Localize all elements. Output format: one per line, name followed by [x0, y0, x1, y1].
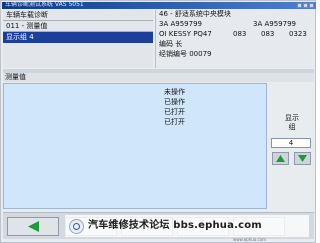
- version-field-c: 0323: [289, 30, 307, 38]
- version-field-b: 083: [261, 30, 275, 38]
- measured-value-2: 已操作: [164, 98, 185, 106]
- display-group-label-line1: 显示: [285, 114, 299, 122]
- measured-value-4: 已打开: [164, 118, 185, 126]
- window-titlebar: 车辆诊断测试系统 VAS 5051: [2, 1, 316, 9]
- group-up-button[interactable]: [272, 152, 289, 165]
- maximize-button[interactable]: [303, 3, 308, 8]
- version-field-a: 083: [233, 30, 247, 38]
- control-module-info: 46 - 舒适系统中央模块 3A A959799 3A A959799 OI K…: [155, 10, 314, 68]
- measured-values-header: 测量值: [3, 73, 314, 82]
- window-title: 车辆诊断测试系统 VAS 5051: [5, 1, 84, 8]
- measured-values-list: 未操作 已操作 已打开 已打开: [3, 83, 267, 209]
- display-group-row[interactable]: 显示组 4: [3, 32, 153, 43]
- display-group-label: 显示 组: [271, 114, 313, 132]
- forum-logo-icon: [69, 218, 84, 234]
- watermark-text: 汽车维修技术论坛 bbs.ephua.com: [88, 220, 262, 231]
- dealer-number: 经销编号 00079: [159, 50, 212, 58]
- left-arrow-icon: [27, 221, 39, 232]
- group-down-button[interactable]: [294, 152, 311, 165]
- display-group-label-line2: 组: [288, 123, 296, 131]
- footer-url: www.ephua.com: [233, 237, 267, 242]
- back-button[interactable]: [7, 217, 59, 236]
- module-name: 46 - 舒适系统中央模块: [159, 10, 231, 18]
- component-id: OI KESSY PQ47: [159, 30, 212, 38]
- measured-value-1: 未操作: [164, 88, 185, 96]
- minimize-button[interactable]: [297, 3, 302, 8]
- coding-label: 编码 长: [159, 40, 183, 48]
- up-arrow-icon: [276, 155, 285, 162]
- window-controls: [297, 3, 314, 8]
- watermark: 汽车维修技术论坛 bbs.ephua.com: [65, 215, 309, 237]
- down-arrow-icon: [298, 155, 307, 162]
- display-group-input[interactable]: 4: [271, 138, 311, 148]
- navigation-panel: 车辆车载诊断 011 - 测量值 显示组 4: [3, 10, 153, 68]
- app-window: 车辆诊断测试系统 VAS 5051 车辆车载诊断 011 - 测量值 显示组 4…: [0, 0, 316, 243]
- part-number: 3A A959799: [159, 20, 202, 28]
- part-number-secondary: 3A A959799: [253, 20, 296, 28]
- measured-value-3: 已打开: [164, 108, 185, 116]
- close-button[interactable]: [309, 3, 314, 8]
